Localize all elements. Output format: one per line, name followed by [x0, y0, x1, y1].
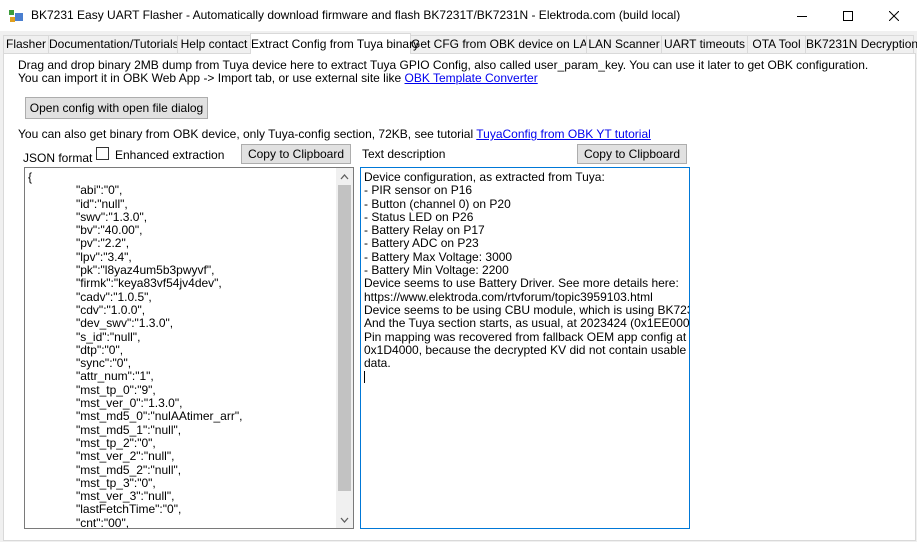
text-description-line: - PIR sensor on P16: [364, 183, 473, 198]
json-line: "mst_md5_2":"null",: [28, 462, 182, 477]
obk-hint-text: You can also get binary from OBK device,…: [18, 127, 651, 141]
text-description-line: - Battery Relay on P17: [364, 223, 485, 238]
json-line: "s_id":"null",: [28, 329, 141, 344]
json-format-label: JSON format: [23, 151, 93, 165]
json-line: "mst_ver_2":"null",: [28, 449, 175, 464]
json-line: "cdv":"1.0.0",: [28, 302, 146, 317]
json-line: "dtp":"0",: [28, 342, 124, 357]
json-line: "cnt":"00",: [28, 515, 130, 529]
chevron-down-icon: [340, 517, 349, 523]
close-button[interactable]: [871, 0, 917, 31]
text-description-line: Device seems to use Battery Driver. See …: [364, 276, 679, 291]
tuyaconfig-tutorial-link[interactable]: TuyaConfig from OBK YT tutorial: [476, 127, 651, 141]
text-description-line: - Status LED on P26: [364, 209, 474, 224]
chevron-up-icon: [340, 173, 349, 179]
scroll-thumb[interactable]: [338, 185, 351, 491]
text-description-line: 0x1D4000, because the decrypted KV did n…: [364, 342, 690, 357]
json-textbox[interactable]: { "abi":"0", "id":"null", "swv":"1.3.0",…: [24, 167, 354, 529]
json-line: "firmk":"keya83vf54jv4dev",: [28, 276, 222, 291]
text-description-line: Device configuration, as extracted from …: [364, 170, 605, 184]
tab-flasher[interactable]: Flasher: [3, 35, 49, 53]
tab-bk7231n-decryption[interactable]: BK7231N Decryption: [805, 35, 917, 53]
text-caret-line: [364, 370, 689, 384]
scroll-down-button[interactable]: [336, 511, 353, 528]
text-description-content: Device configuration, as extracted from …: [364, 170, 690, 384]
text-copy-button[interactable]: Copy to Clipboard: [577, 144, 687, 164]
text-description-label: Text description: [362, 147, 446, 161]
text-description-line: - Battery Max Voltage: 3000: [364, 249, 513, 264]
tab-lan-scanner[interactable]: LAN Scanner: [586, 35, 662, 53]
tab-uart-timeouts[interactable]: UART timeouts: [661, 35, 748, 53]
json-copy-button[interactable]: Copy to Clipboard: [241, 144, 351, 164]
intro-import-prefix: You can import it in OBK Web App -> Impo…: [18, 71, 405, 85]
json-line: "dev_swv":"1.3.0",: [28, 316, 174, 331]
minimize-icon: [797, 15, 807, 17]
text-description-line: Device seems to be using CBU module, whi…: [364, 302, 690, 317]
json-content: { "abi":"0", "id":"null", "swv":"1.3.0",…: [28, 170, 243, 529]
text-description-line: https://www.elektroda.com/rtvforum/topic…: [364, 289, 653, 304]
intro-text: Drag and drop binary 2MB dump from Tuya …: [18, 58, 869, 72]
text-caret: [364, 371, 365, 384]
maximize-icon: [843, 10, 853, 21]
scroll-up-button[interactable]: [336, 168, 353, 185]
json-line: "mst_md5_1":"null",: [28, 422, 182, 437]
obk-template-converter-link[interactable]: OBK Template Converter: [405, 71, 538, 85]
json-line: "lastFetchTime":"0",: [28, 502, 182, 517]
json-line: "pk":"l8yaz4um5b3pwyvf",: [28, 263, 215, 278]
json-line: {: [28, 170, 33, 184]
app-icon: [9, 10, 23, 22]
text-description-line: data.: [364, 356, 391, 371]
tab-help-contact[interactable]: Help contact: [177, 35, 251, 53]
json-line: "swv":"1.3.0",: [28, 209, 148, 224]
text-description-line: - Battery Min Voltage: 2200: [364, 263, 509, 278]
extract-config-panel: Drag and drop binary 2MB dump from Tuya …: [3, 53, 916, 541]
json-line: "id":"null",: [28, 196, 128, 211]
window-title: BK7231 Easy UART Flasher - Automatically…: [31, 8, 681, 22]
json-line: "mst_ver_0":"1.3.0",: [28, 396, 183, 411]
text-description-line: Pin mapping was recovered from fallback …: [364, 329, 687, 344]
tab-extract-config[interactable]: Extract Config from Tuya binary: [250, 33, 419, 54]
enhanced-extraction-label[interactable]: Enhanced extraction: [115, 148, 224, 162]
json-scrollbar[interactable]: [336, 168, 353, 528]
minimize-button[interactable]: [779, 0, 825, 31]
json-line: "cadv":"1.0.5",: [28, 289, 152, 304]
json-line: "attr_num":"1",: [28, 369, 154, 384]
text-description-textbox[interactable]: Device configuration, as extracted from …: [360, 167, 690, 529]
json-line: "mst_tp_0":"9",: [28, 382, 156, 397]
json-line: "abi":"0",: [28, 183, 123, 198]
tab-ota-tool[interactable]: OTA Tool: [747, 35, 806, 53]
tab-documentation[interactable]: Documentation/Tutorials: [48, 35, 179, 53]
json-line: "pv":"2.2",: [28, 236, 130, 251]
json-line: "mst_tp_2":"0",: [28, 435, 156, 450]
obk-hint-prefix: You can also get binary from OBK device,…: [18, 127, 477, 141]
json-line: "lpv":"3.4",: [28, 249, 132, 264]
close-icon: [889, 10, 899, 21]
tab-get-cfg-obk[interactable]: Get CFG from OBK device on LAN: [410, 35, 596, 53]
text-description-line: - Battery ADC on P23: [364, 236, 479, 251]
json-line: "bv":"40.00",: [28, 223, 143, 238]
intro-import-text: You can import it in OBK Web App -> Impo…: [18, 71, 538, 85]
title-bar: BK7231 Easy UART Flasher - Automatically…: [0, 0, 917, 31]
maximize-button[interactable]: [825, 0, 871, 31]
text-description-line: And the Tuya section starts, as usual, a…: [364, 316, 690, 331]
open-config-button[interactable]: Open config with open file dialog: [25, 97, 208, 119]
json-line: "mst_md5_0":"nulAAtimer_arr",: [28, 409, 243, 424]
enhanced-extraction-checkbox[interactable]: [96, 147, 109, 160]
text-description-line: - Button (channel 0) on P20: [364, 196, 511, 211]
client-area: Flasher Documentation/Tutorials Help con…: [0, 31, 917, 542]
json-line: "mst_ver_3":"null",: [28, 489, 175, 504]
json-line: "sync":"0",: [28, 356, 132, 371]
json-line: "mst_tp_3":"0",: [28, 475, 156, 490]
